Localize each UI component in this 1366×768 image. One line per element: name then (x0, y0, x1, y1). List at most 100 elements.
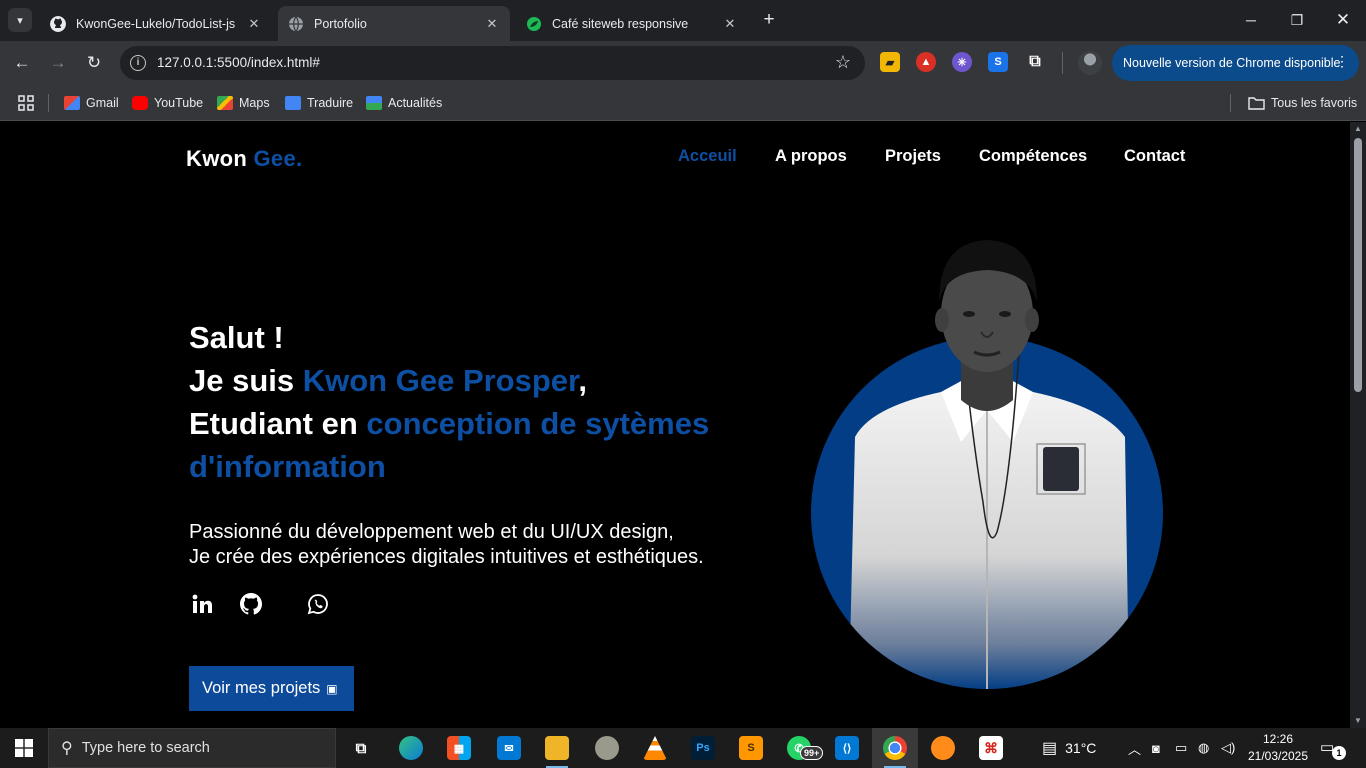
page-viewport: Kwon Gee. Acceuil A propos Projets Compé… (0, 122, 1350, 728)
minimize-button[interactable]: ─ (1228, 0, 1274, 40)
vlc-icon (643, 736, 667, 760)
taskbar-chrome[interactable] (872, 728, 918, 768)
hero-heading: Salut ! Je suis Kwon Gee Prosper, Etudia… (189, 316, 789, 488)
nav-a-propos[interactable]: A propos (775, 147, 847, 166)
browser-tab-strip: ▾ KwonGee-Lukelo/TodoList-js ✕ Portofoli… (0, 0, 1366, 41)
tab-todolist[interactable]: KwonGee-Lukelo/TodoList-js ✕ (40, 6, 272, 41)
taskbar-whatsapp[interactable]: ✆ 99+ (776, 728, 824, 768)
tray-network[interactable]: ◍ (1198, 728, 1209, 768)
extension-rss-icon[interactable]: ▰ (880, 52, 900, 72)
tab-title: KwonGee-Lukelo/TodoList-js (76, 16, 236, 31)
nav-projets[interactable]: Projets (885, 147, 941, 166)
tray-battery[interactable]: ▭ (1175, 728, 1187, 768)
hero-description: Passionné du développement web et du UI/… (189, 520, 704, 570)
url-text[interactable]: 127.0.0.1:5500/index.html# (157, 55, 320, 70)
nav-acceuil[interactable]: Acceuil (678, 147, 737, 166)
taskbar-search[interactable]: ⚲ Type here to search (48, 728, 336, 768)
notification-badge: 99+ (800, 746, 824, 760)
tray-volume[interactable]: ◁) (1221, 728, 1235, 768)
taskbar-scratch[interactable] (920, 728, 966, 768)
taskbar-gimp[interactable] (584, 728, 630, 768)
bookmark-maps[interactable]: Maps (217, 93, 270, 113)
bookmark-youtube[interactable]: YouTube (132, 93, 203, 113)
maps-icon (217, 96, 233, 110)
scroll-up-icon[interactable]: ▲ (1350, 122, 1366, 136)
taskbar-edge[interactable] (388, 728, 434, 768)
close-icon[interactable]: ✕ (484, 16, 500, 32)
search-placeholder: Type here to search (81, 740, 210, 756)
page-scrollbar[interactable]: ▲ ▼ (1350, 122, 1366, 728)
profile-avatar[interactable] (1078, 51, 1102, 75)
show-hidden-icons[interactable]: ︿ (1128, 728, 1141, 768)
taskbar-acrobat[interactable]: ⌘ (968, 728, 1014, 768)
speaker-icon: ◁) (1221, 740, 1236, 755)
update-label: Nouvelle version de Chrome disponible (1123, 56, 1341, 70)
folder-icon (545, 736, 569, 760)
reload-button[interactable]: ↻ (82, 51, 106, 75)
back-button[interactable]: ← (10, 51, 34, 75)
scratch-icon (931, 736, 955, 760)
taskbar-store[interactable]: ▦ (436, 728, 482, 768)
tab-cafe[interactable]: Café siteweb responsive ✕ (516, 6, 748, 41)
bookmark-label: Traduire (307, 96, 354, 110)
notification-center[interactable]: ▭ 1 (1320, 738, 1348, 760)
scroll-thumb[interactable] (1354, 138, 1362, 392)
bookmark-label: Gmail (86, 96, 119, 110)
scroll-down-icon[interactable]: ▼ (1350, 714, 1366, 728)
github-link[interactable] (239, 592, 263, 616)
voir-projets-button[interactable]: Voir mes projets ▣ (189, 666, 354, 711)
site-info-icon[interactable]: i (130, 55, 146, 71)
whatsapp-link[interactable] (306, 592, 330, 616)
bookmark-gmail[interactable]: Gmail (64, 93, 119, 113)
apps-grid-button[interactable] (18, 93, 34, 113)
taskbar-vlc[interactable] (632, 728, 678, 768)
bookmarks-divider (48, 94, 49, 112)
weather-widget[interactable]: ▤ 31°C (1042, 728, 1096, 768)
tab-search-button[interactable]: ▾ (8, 8, 32, 32)
extension-s-icon[interactable]: S (988, 52, 1008, 72)
taskbar-mail[interactable]: ✉ (486, 728, 532, 768)
linkedin-link[interactable] (190, 592, 214, 616)
forward-button[interactable]: → (46, 51, 70, 75)
taskbar-file-explorer[interactable] (534, 728, 580, 768)
start-button[interactable] (0, 728, 48, 768)
taskbar-task-view[interactable]: ⧉ (338, 728, 384, 768)
extension-cloud-icon[interactable]: ▲ (916, 52, 936, 72)
bookmarks-divider (1230, 94, 1231, 112)
chrome-update-button[interactable]: Nouvelle version de Chrome disponible ⋮ (1112, 45, 1359, 81)
system-clock[interactable]: 12:26 21/03/2025 (1246, 731, 1310, 765)
all-bookmarks-label: Tous les favoris (1271, 96, 1358, 110)
bookmark-star-icon[interactable]: ☆ (835, 52, 851, 73)
taskbar-sublime[interactable]: S (728, 728, 774, 768)
minimize-icon: ─ (1246, 12, 1256, 28)
restore-button[interactable]: ❐ (1274, 0, 1320, 40)
all-bookmarks-button[interactable]: Tous les favoris (1248, 93, 1357, 113)
tab-portofolio[interactable]: Portofolio ✕ (278, 6, 510, 41)
taskbar-vscode[interactable]: ⟨⟩ (824, 728, 870, 768)
extension-gear-icon[interactable]: ✳ (952, 52, 972, 72)
address-bar[interactable]: i 127.0.0.1:5500/index.html# ☆ (120, 46, 865, 80)
tray-camera[interactable]: ◙ (1152, 728, 1160, 768)
tab-title: Portofolio (314, 16, 367, 31)
chevron-down-icon: ▾ (17, 14, 23, 27)
nav-competences[interactable]: Compétences (979, 147, 1087, 166)
taskbar-photoshop[interactable]: Ps (680, 728, 726, 768)
gimp-icon (595, 736, 619, 760)
close-icon[interactable]: ✕ (722, 16, 738, 32)
close-icon[interactable]: ✕ (246, 16, 262, 32)
nav-contact[interactable]: Contact (1124, 147, 1185, 166)
linkedin-icon (192, 594, 212, 613)
site-logo[interactable]: Kwon Gee. (186, 146, 302, 172)
more-menu-icon[interactable]: ⋮ (1335, 53, 1349, 70)
hero-study-line: Etudiant en conception de sytèmes d'info… (189, 402, 789, 488)
bookmark-actualites[interactable]: Actualités (366, 93, 442, 113)
extensions-puzzle-icon[interactable]: ⧉ (1025, 52, 1045, 72)
browser-toolbar: ← → ↻ i 127.0.0.1:5500/index.html# ☆ ▰ ▲… (0, 41, 1366, 85)
bookmark-traduire[interactable]: Traduire (285, 93, 353, 113)
hero-name-line: Je suis Kwon Gee Prosper, (189, 359, 789, 402)
sublime-text-icon: S (739, 736, 763, 760)
github-icon (240, 593, 262, 615)
close-window-button[interactable]: ✕ (1320, 0, 1366, 40)
new-tab-button[interactable]: + (758, 9, 780, 31)
globe-icon (289, 16, 303, 31)
